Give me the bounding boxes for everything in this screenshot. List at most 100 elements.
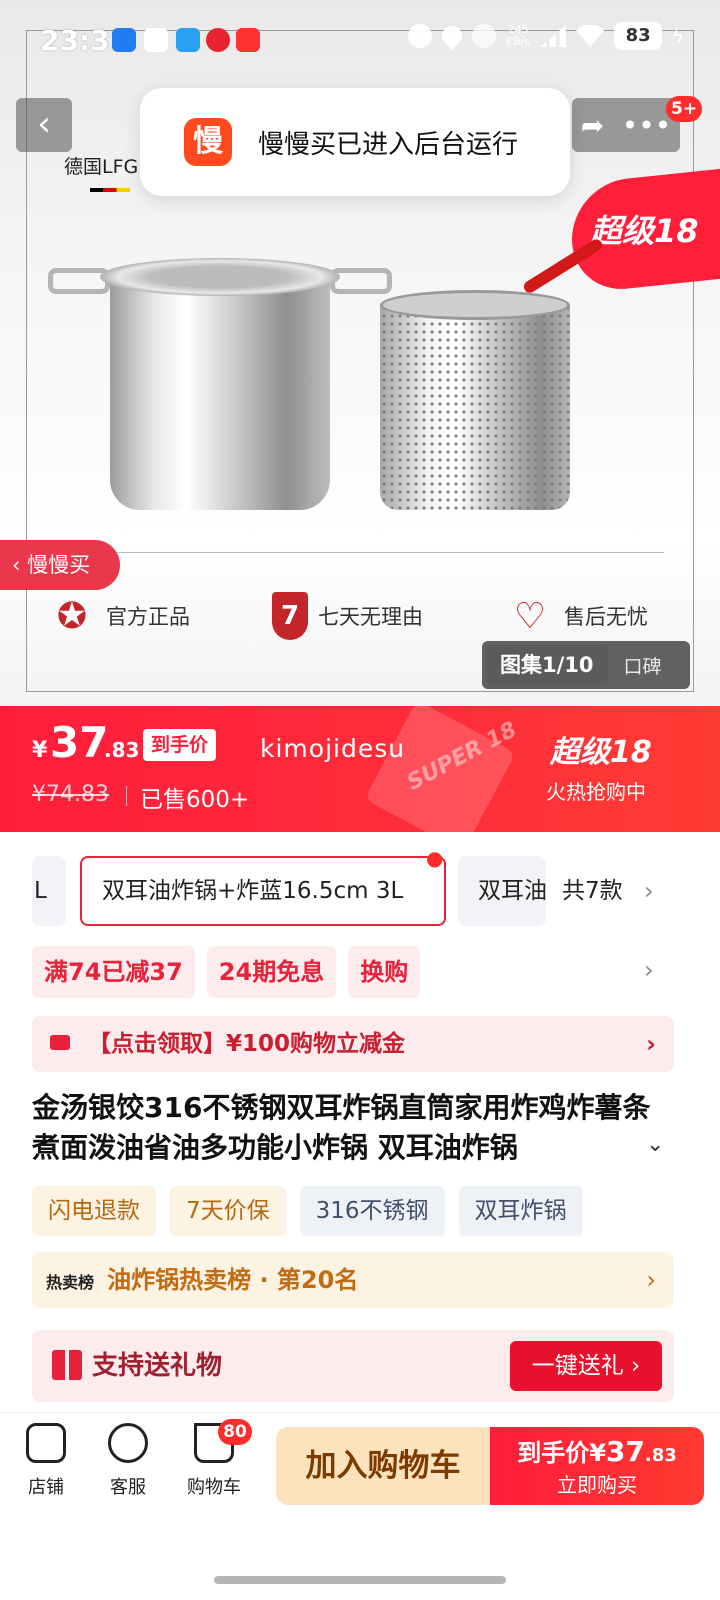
gallery-switch: 图集1/10 口碑 — [482, 641, 690, 689]
german-flag-icon — [90, 188, 130, 192]
buy-price-decimal: .83 — [644, 1445, 677, 1466]
qq-notification-icon — [176, 28, 200, 52]
manmanmai-side-button[interactable]: ‹ 慢慢买 — [0, 540, 120, 590]
gift-bar: 支持送礼物 一键送礼 › — [32, 1330, 674, 1402]
network-speed: 245 KB/s — [505, 23, 531, 48]
alarm-icon — [407, 24, 432, 48]
price-decimal: .83 — [104, 738, 140, 762]
product-title[interactable]: 金汤银饺316不锈钢双耳炸锅直筒家用炸鸡炸薯条煮面泼油省油多功能小炸锅 双耳油炸… — [32, 1088, 672, 1168]
background-toast: 慢 慢慢买已进入后台运行 — [140, 88, 570, 196]
tab-label: 客服 — [110, 1477, 146, 1498]
mute-icon — [471, 24, 496, 48]
variant-option-selected[interactable]: 双耳油炸锅+炸蓝16.5cm 3L — [80, 856, 446, 926]
battery-indicator: 83 — [614, 22, 663, 50]
gallery-tab[interactable]: 图集1/10 — [486, 645, 608, 685]
side-button-label: 慢慢买 — [27, 553, 91, 577]
chevron-left-icon: ‹ — [12, 553, 28, 577]
card-icon — [50, 1035, 70, 1050]
promo-installment[interactable]: 24期免息 — [206, 946, 337, 998]
guarantee-authentic: ✪ 官方正品 — [48, 592, 190, 640]
star-badge-icon: ✪ — [56, 595, 88, 637]
chat-notification-icon — [144, 28, 168, 52]
tab-cart[interactable]: 80 购物车 — [174, 1419, 254, 1499]
tab-service[interactable]: 客服 — [88, 1423, 168, 1499]
price-integer: 37 — [50, 718, 109, 767]
pot-body — [110, 270, 330, 510]
variant-option[interactable]: 双耳油 — [458, 856, 546, 926]
tag-type[interactable]: 双耳炸锅 — [458, 1186, 583, 1236]
add-to-cart-button[interactable]: 加入购物车 — [276, 1427, 490, 1505]
tag-fast-refund[interactable]: 闪电退款 — [32, 1186, 156, 1236]
super18-label: 超级18 — [550, 735, 652, 770]
chevron-right-icon[interactable]: › — [644, 856, 654, 926]
customer-service-icon — [108, 1423, 148, 1463]
basket-body — [380, 304, 570, 510]
chevron-right-icon[interactable]: › — [644, 956, 654, 984]
location-icon — [437, 21, 467, 51]
fry-basket-image — [380, 237, 605, 510]
toast-text: 慢慢买已进入后台运行 — [258, 129, 519, 160]
coupon-bar[interactable]: 【点击领取】¥100购物立减金 › — [32, 1016, 674, 1072]
floor-line — [60, 552, 664, 553]
buy-price-integer: 37 — [605, 1435, 645, 1468]
more-icon[interactable]: ••• — [622, 109, 672, 142]
promo-exchange[interactable]: 换购 — [348, 946, 421, 998]
status-right: 245 KB/s 83 ϟ — [407, 21, 684, 51]
store-icon — [26, 1423, 66, 1463]
send-gift-button[interactable]: 一键送礼 › — [510, 1341, 662, 1391]
shop-notification-icon — [236, 28, 260, 52]
variant-count[interactable]: 共7款 — [562, 856, 623, 926]
product-page: 23:31 245 KB/s 83 ϟ ‹ 德国LFG ➦ ••• 5+ 超级1… — [0, 0, 720, 1600]
chevron-down-icon[interactable]: ⌄ — [646, 1132, 664, 1157]
gift-text: 支持送礼物 — [92, 1351, 223, 1381]
buy-price-line: 到手价¥37.83 — [490, 1433, 704, 1468]
brand-label: 德国LFG — [64, 156, 139, 178]
promo-discount[interactable]: 满74已减37 — [32, 946, 195, 998]
basket-rim — [380, 290, 570, 320]
status-bar: 23:31 245 KB/s 83 ϟ — [0, 0, 720, 80]
promo-row[interactable]: 满74已减37 24期免息 换购 — [32, 946, 421, 998]
share-icon[interactable]: ➦ — [581, 109, 604, 142]
manmanmai-logo: 慢 — [184, 118, 232, 166]
chevron-right-icon: › — [646, 1030, 656, 1058]
divider — [126, 786, 127, 806]
guarantee-after-sale: ♡ 售后无忧 — [506, 592, 648, 640]
tab-label: 购物车 — [187, 1477, 241, 1498]
buy-now-button[interactable]: 到手价¥37.83 立即购买 — [490, 1427, 704, 1505]
price-currency: ¥ — [32, 738, 48, 763]
chevron-left-icon: ‹ — [37, 104, 51, 144]
app-notification-icon — [112, 28, 136, 52]
tab-store[interactable]: 店铺 — [6, 1423, 86, 1499]
zhi-notification-icon — [206, 28, 230, 52]
charging-icon: ϟ — [672, 25, 684, 47]
sold-count: 已售600+ — [140, 787, 250, 813]
guarantee-label: 官方正品 — [106, 605, 190, 629]
guarantee-label: 七天无理由 — [318, 605, 423, 629]
handshake-heart-icon: ♡ — [513, 595, 547, 637]
gift-icon — [52, 1350, 82, 1380]
back-button[interactable]: ‹ — [16, 98, 72, 152]
guarantee-seven-day: 7 七天无理由 — [272, 592, 423, 640]
guarantee-label: 售后无忧 — [564, 605, 648, 629]
seller-name: kimojidesu — [260, 734, 406, 763]
buy-price-currency: ¥ — [589, 1439, 606, 1467]
bottom-action-bar: 店铺 客服 80 购物车 加入购物车 到手价¥37.83 立即购买 — [0, 1412, 720, 1522]
coupon-text: 【点击领取】¥100购物立减金 — [88, 1031, 406, 1057]
ranking-bar[interactable]: 热卖榜 油炸锅热卖榜 · 第20名 › — [32, 1252, 674, 1308]
reviews-tab[interactable]: 口碑 — [624, 652, 662, 679]
final-price-badge: 到手价 — [143, 729, 217, 761]
wifi-icon — [576, 25, 605, 47]
rank-tag: 热卖榜 — [46, 1273, 95, 1292]
home-indicator[interactable] — [214, 1576, 506, 1584]
top-actions: ➦ ••• — [572, 98, 680, 152]
original-price: ¥74.83 — [32, 782, 109, 807]
tag-material[interactable]: 316不锈钢 — [299, 1186, 445, 1236]
seven-shield-icon: 7 — [272, 592, 308, 640]
tag-price-protect[interactable]: 7天价保 — [170, 1186, 286, 1236]
flame-icon: ● — [426, 846, 444, 870]
stock-pot-image — [48, 250, 392, 510]
hot-sale-text: 火热抢购中 — [546, 780, 646, 804]
product-tags: 闪电退款 7天价保 316不锈钢 双耳炸锅 — [32, 1186, 583, 1236]
variant-option[interactable]: L — [32, 856, 66, 926]
super18-ribbon-label: 超级18 — [590, 212, 699, 250]
